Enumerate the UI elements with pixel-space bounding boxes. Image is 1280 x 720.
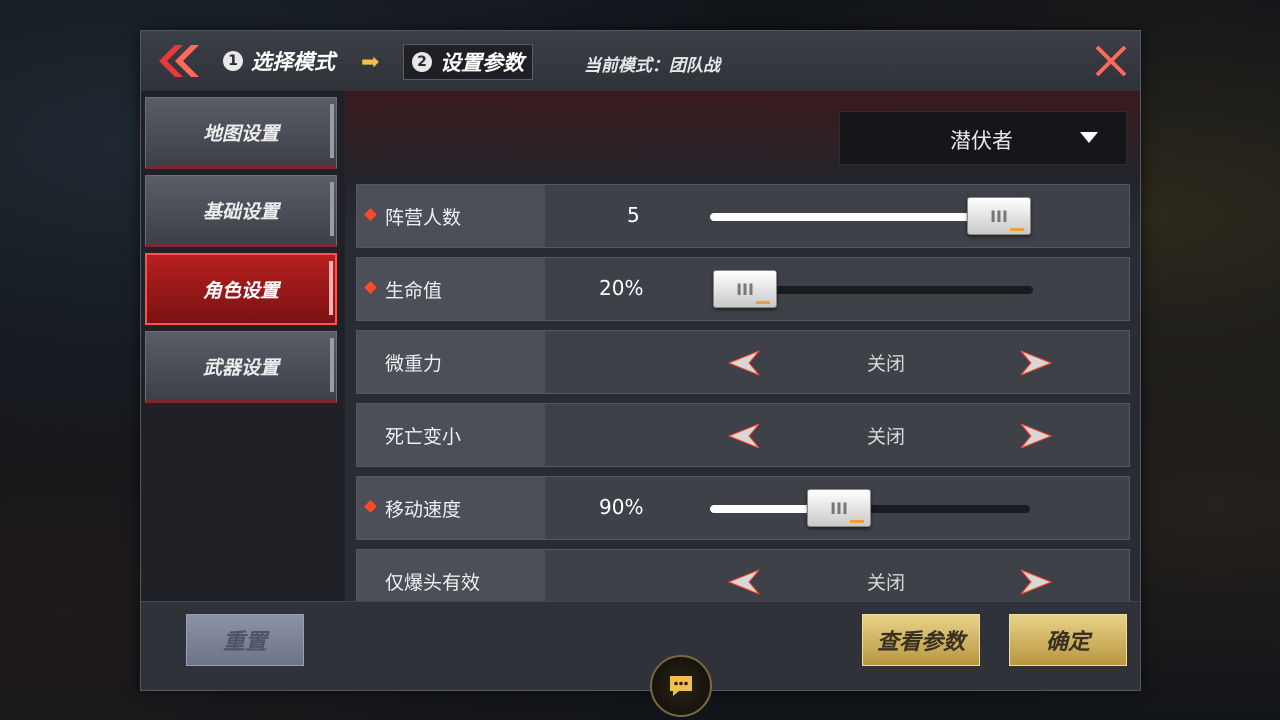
setting-value: 5 bbox=[627, 203, 640, 227]
slider-track[interactable]: III bbox=[713, 270, 1033, 308]
setting-label-text: 微重力 bbox=[385, 352, 443, 375]
setting-label-text: 移动速度 bbox=[385, 498, 462, 521]
setting-row-shrink-on-death: 死亡变小 关闭 bbox=[356, 403, 1130, 467]
setting-label-text: 死亡变小 bbox=[385, 425, 462, 448]
setting-label: 生命值 bbox=[357, 258, 545, 320]
close-icon[interactable] bbox=[1091, 41, 1131, 81]
setting-label: 死亡变小 bbox=[357, 404, 545, 466]
arrow-right-icon[interactable] bbox=[1019, 349, 1053, 377]
arrow-left-icon[interactable] bbox=[727, 568, 761, 596]
chevron-down-icon bbox=[1080, 132, 1098, 143]
arrow-right-icon[interactable] bbox=[1019, 422, 1053, 450]
chat-icon bbox=[670, 676, 692, 696]
faction-dropdown[interactable]: 潜伏者 bbox=[839, 111, 1127, 165]
diamond-marker-icon bbox=[364, 500, 377, 513]
dropdown-value: 潜伏者 bbox=[950, 129, 1013, 153]
view-params-button[interactable]: 查看参数 bbox=[862, 614, 980, 666]
slider-track[interactable]: III bbox=[710, 197, 1031, 235]
tab-character-settings[interactable]: 角色设置 bbox=[145, 253, 337, 325]
diamond-marker-icon bbox=[364, 281, 377, 294]
arrow-right-icon[interactable] bbox=[1019, 568, 1053, 596]
setting-value: 20% bbox=[599, 276, 644, 300]
step-number-2: 2 bbox=[412, 52, 432, 72]
slider-thumb[interactable]: III bbox=[967, 197, 1031, 235]
tab-map-settings[interactable]: 地图设置 bbox=[145, 97, 337, 169]
tab-basic-settings[interactable]: 基础设置 bbox=[145, 175, 337, 247]
step-select-mode[interactable]: 1 选择模式 bbox=[223, 44, 335, 78]
setting-label: 阵营人数 bbox=[357, 185, 545, 247]
sidebar: 地图设置 基础设置 角色设置 武器设置 bbox=[141, 91, 345, 601]
arrow-left-icon[interactable] bbox=[727, 349, 761, 377]
setting-label-text: 仅爆头有效 bbox=[385, 571, 481, 594]
step-set-params[interactable]: 2 设置参数 bbox=[403, 44, 533, 80]
settings-panel: 1 选择模式 ➡ 2 设置参数 当前模式：团队战 地图设置 基础设置 角色设置 … bbox=[140, 30, 1141, 691]
step-label: 设置参数 bbox=[440, 51, 524, 75]
setting-row-move-speed: 移动速度 90% III bbox=[356, 476, 1130, 540]
arrow-right-icon: ➡ bbox=[361, 50, 380, 75]
slider-fill bbox=[710, 213, 998, 221]
setting-row-team-size: 阵营人数 5 III bbox=[356, 184, 1130, 248]
header-bar: 1 选择模式 ➡ 2 设置参数 当前模式：团队战 bbox=[141, 31, 1140, 92]
slider-thumb[interactable]: III bbox=[713, 270, 777, 308]
tab-weapon-settings[interactable]: 武器设置 bbox=[145, 331, 337, 403]
diamond-marker-icon bbox=[364, 208, 377, 221]
setting-label: 微重力 bbox=[357, 331, 545, 393]
current-mode-text: 当前模式：团队战 bbox=[584, 56, 720, 76]
settings-content: 潜伏者 阵营人数 5 III 生命值 20% III 微重力 关闭 死亡变小 关… bbox=[345, 91, 1140, 613]
arrow-left-icon[interactable] bbox=[727, 422, 761, 450]
slider-track[interactable]: III bbox=[710, 489, 1030, 527]
setting-label-text: 生命值 bbox=[385, 279, 443, 302]
toggle-value: 关闭 bbox=[867, 353, 906, 375]
toggle-value: 关闭 bbox=[867, 572, 906, 594]
footer-bar: 重置 查看参数 确定 bbox=[141, 601, 1140, 690]
setting-label-text: 阵营人数 bbox=[385, 206, 462, 229]
step-label: 选择模式 bbox=[251, 50, 335, 74]
step-number-1: 1 bbox=[223, 51, 243, 71]
back-icon[interactable] bbox=[153, 41, 203, 81]
slider-thumb[interactable]: III bbox=[807, 489, 871, 527]
setting-label: 移动速度 bbox=[357, 477, 545, 539]
confirm-button[interactable]: 确定 bbox=[1009, 614, 1127, 666]
setting-row-health: 生命值 20% III bbox=[356, 257, 1130, 321]
toggle-value: 关闭 bbox=[867, 426, 906, 448]
setting-value: 90% bbox=[599, 495, 644, 519]
setting-row-micro-gravity: 微重力 关闭 bbox=[356, 330, 1130, 394]
chat-button[interactable] bbox=[650, 655, 712, 717]
reset-button[interactable]: 重置 bbox=[186, 614, 304, 666]
